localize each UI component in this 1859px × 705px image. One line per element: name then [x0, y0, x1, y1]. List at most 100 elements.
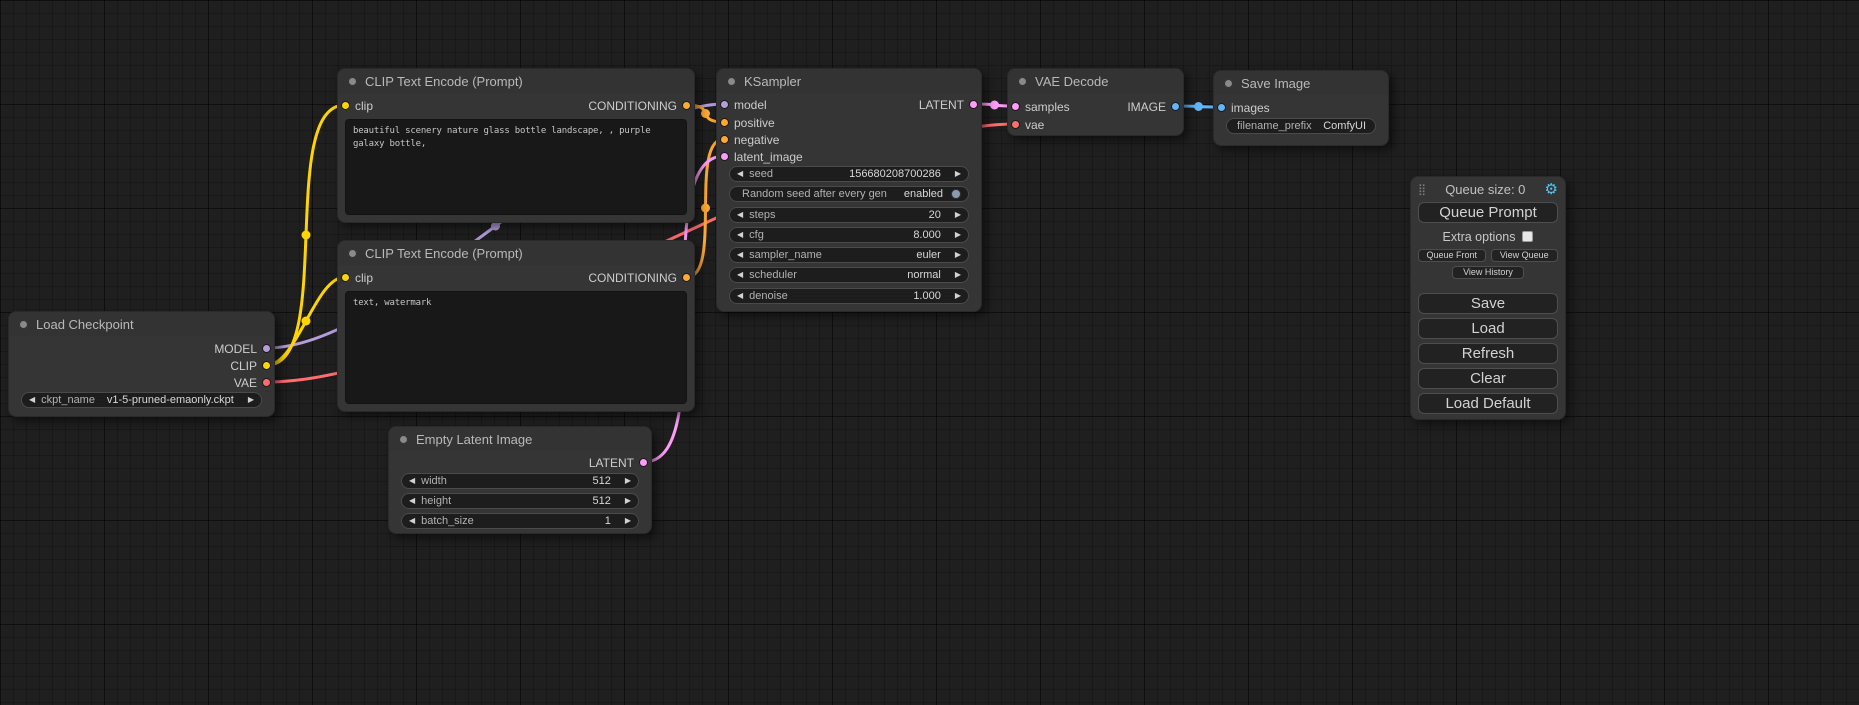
input-dot-vae[interactable]: [1011, 120, 1020, 129]
increment-arrow-icon[interactable]: ▶: [955, 211, 961, 219]
increment-arrow-icon[interactable]: ▶: [625, 477, 631, 485]
view-queue-button[interactable]: View Queue: [1491, 249, 1559, 262]
steps-number-widget[interactable]: ◀ steps 20 ▶: [729, 207, 969, 223]
combo-right-arrow-icon[interactable]: ▶: [955, 251, 961, 259]
view-history-button[interactable]: View History: [1452, 266, 1524, 279]
drag-handle-icon[interactable]: ⣿: [1418, 183, 1426, 196]
decrement-arrow-icon[interactable]: ◀: [737, 292, 743, 300]
node-graph-canvas[interactable]: Load Checkpoint MODEL CLIP VAE ◀ ckpt_na…: [0, 0, 1859, 705]
input-slot-label: negative: [734, 133, 779, 147]
collapse-dot-icon[interactable]: [1224, 79, 1233, 88]
input-slot-negative: negative: [717, 133, 981, 147]
seed-number-widget[interactable]: ◀ seed 156680208700286 ▶: [729, 166, 969, 182]
collapse-dot-icon[interactable]: [399, 435, 408, 444]
link-midpoint-dot[interactable]: [302, 317, 311, 326]
collapse-dot-icon[interactable]: [19, 320, 28, 329]
output-dot-latent[interactable]: [969, 100, 978, 109]
sampler-name-combo-widget[interactable]: ◀ sampler_name euler ▶: [729, 247, 969, 263]
decrement-arrow-icon[interactable]: ◀: [737, 211, 743, 219]
decrement-arrow-icon[interactable]: ◀: [409, 517, 415, 525]
node-titlebar[interactable]: Empty Latent Image: [389, 427, 651, 451]
input-dot-images[interactable]: [1217, 103, 1226, 112]
combo-right-arrow-icon[interactable]: ▶: [248, 396, 254, 404]
collapse-dot-icon[interactable]: [727, 77, 736, 86]
increment-arrow-icon[interactable]: ▶: [955, 170, 961, 178]
output-dot-model[interactable]: [262, 344, 271, 353]
increment-arrow-icon[interactable]: ▶: [625, 517, 631, 525]
collapse-dot-icon[interactable]: [348, 249, 357, 258]
widget-name: seed: [749, 168, 773, 180]
ckpt-name-combo-widget[interactable]: ◀ ckpt_name v1-5-pruned-emaonly.ckpt ▶: [21, 392, 262, 408]
queue-panel-header: ⣿ Queue size: 0 ⚙: [1418, 182, 1558, 197]
link-midpoint-dot[interactable]: [302, 231, 311, 240]
node-vae-decode[interactable]: VAE Decode samples IMAGE vae: [1007, 68, 1184, 136]
node-load-checkpoint[interactable]: Load Checkpoint MODEL CLIP VAE ◀ ckpt_na…: [8, 311, 275, 417]
denoise-number-widget[interactable]: ◀ denoise 1.000 ▶: [729, 288, 969, 304]
scheduler-combo-widget[interactable]: ◀ scheduler normal ▶: [729, 267, 969, 283]
output-slot-label: VAE: [234, 376, 257, 390]
combo-left-arrow-icon[interactable]: ◀: [737, 271, 743, 279]
queue-front-button[interactable]: Queue Front: [1418, 249, 1486, 262]
clear-button[interactable]: Clear: [1418, 368, 1558, 389]
output-dot-vae[interactable]: [262, 378, 271, 387]
node-titlebar[interactable]: Load Checkpoint: [9, 312, 274, 336]
increment-arrow-icon[interactable]: ▶: [625, 497, 631, 505]
collapse-dot-icon[interactable]: [348, 77, 357, 86]
output-dot-image[interactable]: [1171, 102, 1180, 111]
cfg-number-widget[interactable]: ◀ cfg 8.000 ▶: [729, 227, 969, 243]
output-dot-latent[interactable]: [639, 458, 648, 467]
filename-prefix-text-widget[interactable]: filename_prefix ComfyUI: [1226, 118, 1376, 134]
input-slot-vae: vae: [1008, 118, 1183, 132]
output-slot-conditioning: CONDITIONING: [338, 271, 694, 285]
decrement-arrow-icon[interactable]: ◀: [737, 170, 743, 178]
input-dot-positive[interactable]: [720, 118, 729, 127]
node-titlebar[interactable]: Save Image: [1214, 71, 1388, 95]
batch-size-number-widget[interactable]: ◀ batch_size 1 ▶: [401, 513, 639, 529]
combo-left-arrow-icon[interactable]: ◀: [737, 251, 743, 259]
load-button[interactable]: Load: [1418, 318, 1558, 339]
input-dot-latent-image[interactable]: [720, 152, 729, 161]
toggle-knob-icon[interactable]: [951, 189, 961, 199]
combo-left-arrow-icon[interactable]: ◀: [29, 396, 35, 404]
output-dot-conditioning[interactable]: [682, 101, 691, 110]
widget-value: 1: [480, 515, 611, 527]
node-empty-latent-image[interactable]: Empty Latent Image LATENT ◀ width 512 ▶ …: [388, 426, 652, 534]
node-save-image[interactable]: Save Image images filename_prefix ComfyU…: [1213, 70, 1389, 146]
node-title: Save Image: [1241, 76, 1310, 91]
settings-gear-icon[interactable]: ⚙: [1545, 182, 1558, 197]
node-clip-text-encode-2[interactable]: CLIP Text Encode (Prompt) clip CONDITION…: [337, 240, 695, 412]
link-midpoint-dot[interactable]: [990, 101, 999, 110]
node-titlebar[interactable]: KSampler: [717, 69, 981, 93]
node-titlebar[interactable]: VAE Decode: [1008, 69, 1183, 93]
output-dot-conditioning[interactable]: [682, 273, 691, 282]
node-title: Load Checkpoint: [36, 317, 134, 332]
node-clip-text-encode-1[interactable]: CLIP Text Encode (Prompt) clip CONDITION…: [337, 68, 695, 223]
node-titlebar[interactable]: CLIP Text Encode (Prompt): [338, 241, 694, 265]
decrement-arrow-icon[interactable]: ◀: [737, 231, 743, 239]
save-button[interactable]: Save: [1418, 293, 1558, 314]
extra-options-checkbox[interactable]: [1522, 231, 1533, 242]
increment-arrow-icon[interactable]: ▶: [955, 292, 961, 300]
link-midpoint-dot[interactable]: [701, 204, 710, 213]
link-midpoint-dot[interactable]: [701, 109, 710, 118]
prompt-textarea[interactable]: text, watermark: [345, 291, 687, 404]
collapse-dot-icon[interactable]: [1018, 77, 1027, 86]
decrement-arrow-icon[interactable]: ◀: [409, 477, 415, 485]
combo-right-arrow-icon[interactable]: ▶: [955, 271, 961, 279]
refresh-button[interactable]: Refresh: [1418, 343, 1558, 364]
widget-name: steps: [749, 209, 775, 221]
load-default-button[interactable]: Load Default: [1418, 393, 1558, 414]
random-seed-toggle-widget[interactable]: Random seed after every gen enabled: [729, 186, 969, 202]
decrement-arrow-icon[interactable]: ◀: [409, 497, 415, 505]
output-dot-clip[interactable]: [262, 361, 271, 370]
node-ksampler[interactable]: KSampler model LATENT positive negative …: [716, 68, 982, 312]
increment-arrow-icon[interactable]: ▶: [955, 231, 961, 239]
input-dot-negative[interactable]: [720, 135, 729, 144]
link-midpoint-dot[interactable]: [1194, 102, 1203, 111]
width-number-widget[interactable]: ◀ width 512 ▶: [401, 473, 639, 489]
queue-prompt-button[interactable]: Queue Prompt: [1418, 202, 1558, 223]
prompt-textarea[interactable]: beautiful scenery nature glass bottle la…: [345, 119, 687, 215]
node-titlebar[interactable]: CLIP Text Encode (Prompt): [338, 69, 694, 93]
height-number-widget[interactable]: ◀ height 512 ▶: [401, 493, 639, 509]
node-title: KSampler: [744, 74, 801, 89]
